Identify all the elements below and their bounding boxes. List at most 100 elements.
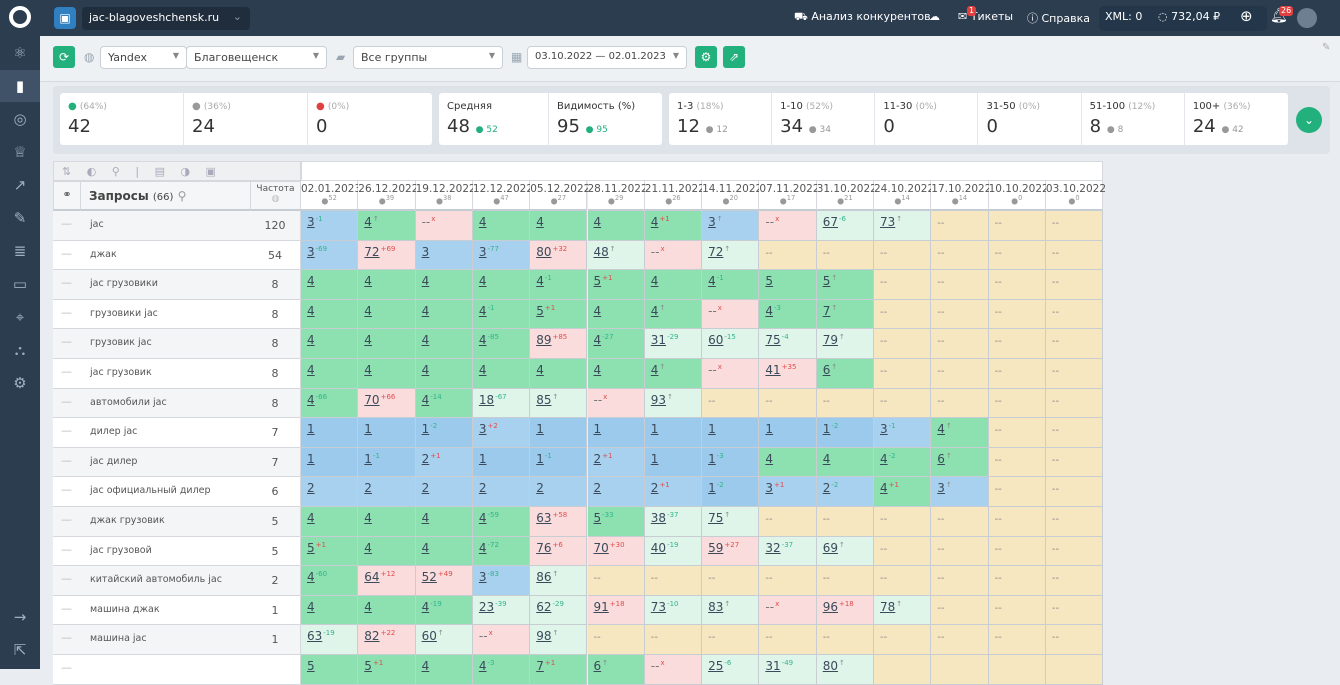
date-column-header[interactable]: 21.11.2022 ●26: [644, 181, 705, 211]
date-column-header[interactable]: 31.10.2022 ●21: [816, 181, 877, 211]
query-cell[interactable]: китайский автомобиль jac: [80, 566, 251, 596]
position-cell[interactable]: --: [988, 418, 1046, 448]
settings-button[interactable]: ⚙: [695, 46, 717, 68]
row-handle-icon[interactable]: —: [53, 507, 81, 537]
position-cell[interactable]: 60↑: [415, 625, 473, 655]
position-cell[interactable]: 4↑: [644, 359, 703, 389]
position-cell[interactable]: --: [931, 595, 989, 626]
position-cell[interactable]: 4: [415, 655, 473, 685]
position-cell[interactable]: 4: [587, 299, 645, 330]
query-cell[interactable]: jac дилер: [80, 447, 251, 478]
query-cell[interactable]: jac: [80, 211, 251, 241]
position-cell[interactable]: --x: [472, 625, 531, 655]
date-column-header[interactable]: 03.10.2022 ●0: [1045, 181, 1106, 211]
sidebar-collapse-icon[interactable]: →: [0, 601, 40, 633]
position-cell[interactable]: 59+27: [702, 536, 760, 567]
position-cell[interactable]: 1-2: [702, 477, 760, 507]
position-cell[interactable]: 72↑: [702, 240, 760, 271]
position-cell[interactable]: --: [931, 270, 989, 300]
position-cell[interactable]: 2: [472, 477, 531, 507]
position-cell[interactable]: 89+85: [530, 329, 588, 359]
position-cell[interactable]: --: [988, 359, 1046, 389]
position-cell[interactable]: 1-1: [530, 447, 588, 478]
position-cell[interactable]: 63+58: [530, 507, 588, 537]
position-cell[interactable]: 4↑: [644, 299, 703, 330]
position-cell[interactable]: 52+49: [415, 566, 473, 596]
position-cell[interactable]: 4-2: [874, 447, 932, 478]
query-cell[interactable]: jac грузовик: [80, 359, 251, 389]
position-cell[interactable]: 4: [415, 507, 473, 537]
position-cell[interactable]: 3+2: [472, 418, 531, 448]
position-cell[interactable]: 72+69: [358, 240, 416, 271]
competitors-link[interactable]: ⛟ Анализ конкурентов: [794, 10, 931, 25]
position-cell[interactable]: 6↑: [587, 655, 645, 685]
position-cell[interactable]: [988, 655, 1046, 685]
position-cell[interactable]: 5↑: [816, 270, 874, 300]
position-cell[interactable]: 3↑: [702, 211, 760, 241]
date-column-header[interactable]: 26.12.2022 ●39: [358, 181, 418, 211]
position-cell[interactable]: 7↑: [816, 299, 874, 330]
position-cell[interactable]: --: [1045, 566, 1104, 596]
position-cell[interactable]: --: [644, 625, 703, 655]
position-cell[interactable]: 4: [415, 536, 473, 567]
position-cell[interactable]: 4: [301, 299, 359, 330]
position-cell[interactable]: 64+12: [358, 566, 416, 596]
position-cell[interactable]: [874, 655, 932, 685]
expand-stats-button[interactable]: ⌄: [1296, 107, 1322, 133]
sidebar-list-icon[interactable]: ≣: [0, 235, 40, 267]
position-cell[interactable]: --: [988, 388, 1046, 419]
position-cell[interactable]: 4: [358, 299, 416, 330]
position-cell[interactable]: 2-2: [816, 477, 874, 507]
position-cell[interactable]: --: [1045, 507, 1104, 537]
position-cell[interactable]: 63-19: [301, 625, 359, 655]
position-cell[interactable]: 4: [358, 270, 416, 300]
position-cell[interactable]: 70+66: [358, 388, 416, 419]
position-cell[interactable]: 4: [816, 447, 874, 478]
position-cell[interactable]: 38-37: [644, 507, 703, 537]
position-cell[interactable]: --: [759, 388, 817, 419]
position-cell[interactable]: 4: [530, 211, 588, 241]
position-cell[interactable]: 31-29: [644, 329, 703, 359]
position-cell[interactable]: --: [874, 566, 932, 596]
position-cell[interactable]: 1: [759, 418, 817, 448]
query-cell[interactable]: jac официальный дилер: [80, 477, 251, 507]
position-cell[interactable]: --x: [415, 211, 473, 241]
balance[interactable]: ◌ 732,04 ₽: [1158, 10, 1220, 23]
row-handle-icon[interactable]: —: [53, 299, 81, 330]
stat-range[interactable]: 1-10 (52%) 34 ● 34: [772, 93, 876, 145]
position-cell[interactable]: --: [816, 388, 874, 419]
position-cell[interactable]: --: [988, 447, 1046, 478]
pin-icon[interactable]: ✎: [1322, 42, 1330, 53]
position-cell[interactable]: 1: [702, 418, 760, 448]
position-cell[interactable]: 76+6: [530, 536, 588, 567]
position-cell[interactable]: --: [816, 240, 874, 271]
row-handle-icon[interactable]: —: [53, 625, 81, 655]
position-cell[interactable]: --: [931, 625, 989, 655]
position-cell[interactable]: 4: [530, 359, 588, 389]
position-cell[interactable]: 1-1: [358, 447, 416, 478]
position-cell[interactable]: 2+1: [587, 447, 645, 478]
position-cell[interactable]: 67-6: [816, 211, 874, 241]
help-link[interactable]: ⓘ Справка: [1027, 10, 1090, 26]
refresh-button[interactable]: ⟳: [53, 46, 75, 68]
position-cell[interactable]: 4: [358, 359, 416, 389]
position-cell[interactable]: --x: [644, 240, 703, 271]
query-cell[interactable]: грузовики jac: [80, 299, 251, 330]
position-cell[interactable]: 3-1: [301, 211, 359, 241]
position-cell[interactable]: 80↑: [816, 655, 874, 685]
row-handle-icon[interactable]: —: [53, 477, 81, 507]
position-cell[interactable]: --: [931, 388, 989, 419]
position-cell[interactable]: --: [816, 507, 874, 537]
sidebar-inbox-icon[interactable]: ▭: [0, 268, 40, 300]
search-icon[interactable]: ⚲: [178, 189, 187, 203]
position-cell[interactable]: 1: [644, 447, 703, 478]
position-cell[interactable]: 4-1: [530, 270, 588, 300]
position-cell[interactable]: 3-83: [472, 566, 531, 596]
position-cell[interactable]: --: [587, 625, 645, 655]
position-cell[interactable]: --: [759, 240, 817, 271]
position-cell[interactable]: 1: [587, 418, 645, 448]
region-select[interactable]: Благовещенск ▼: [186, 46, 327, 69]
position-cell[interactable]: 4: [587, 359, 645, 389]
position-cell[interactable]: --: [931, 299, 989, 330]
position-cell[interactable]: 2+1: [644, 477, 703, 507]
